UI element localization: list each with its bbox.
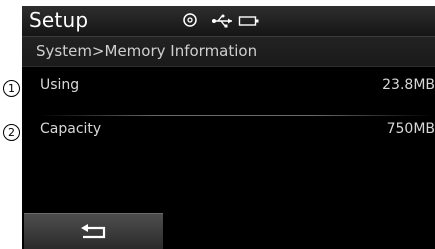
header-bar: Setup (22, 6, 435, 37)
battery-icon (238, 16, 259, 26)
breadcrumb-bar: System>Memory Information (22, 37, 435, 67)
usb-icon (212, 14, 232, 28)
breadcrumb: System>Memory Information (36, 42, 258, 60)
using-label: Using (40, 77, 80, 93)
page-title: Setup (29, 8, 89, 32)
back-arrow-icon (81, 224, 106, 239)
using-value: 23.8MB (382, 77, 435, 93)
screen: Setup System>Memory Information Using 23… (22, 6, 435, 249)
capacity-value: 750MB (386, 121, 435, 137)
back-button[interactable] (24, 213, 163, 249)
list-item-capacity: Capacity 750MB (22, 112, 435, 150)
list-item-using: Using 23.8MB (22, 68, 435, 106)
disc-icon (183, 13, 197, 27)
capacity-label: Capacity (40, 121, 102, 137)
callout-marker-1: 1 (3, 80, 20, 97)
callout-marker-2: 2 (3, 124, 20, 141)
